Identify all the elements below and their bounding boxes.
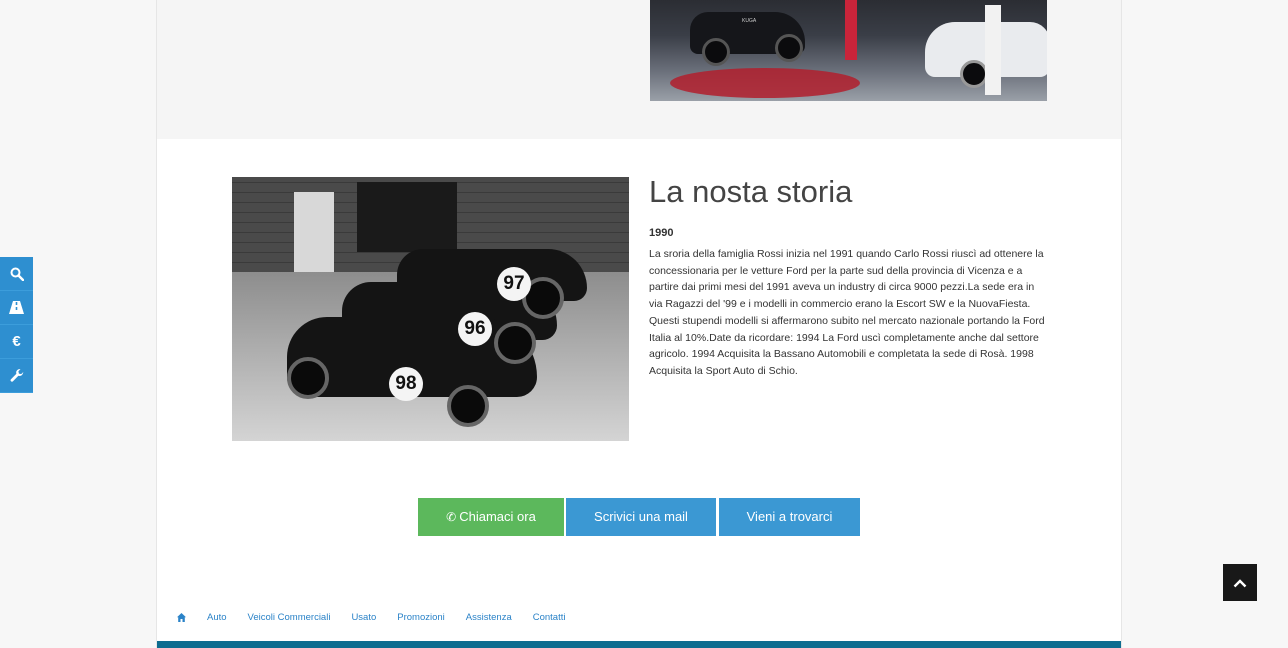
story-text: La sroria della famiglia Rossi inizia ne… bbox=[649, 248, 1045, 377]
price-tool-button[interactable]: € bbox=[0, 325, 33, 359]
page-container: KUGA 97 96 98 La nosta storia 1990 La sr… bbox=[156, 0, 1122, 648]
footer-link-usato[interactable]: Usato bbox=[351, 612, 376, 623]
showroom-pillar bbox=[845, 0, 857, 60]
call-now-button[interactable]: ✆ Chiamaci ora bbox=[418, 498, 564, 536]
history-photo: 97 96 98 bbox=[232, 177, 629, 441]
footer-link-promozioni[interactable]: Promozioni bbox=[397, 612, 445, 623]
showroom-platform bbox=[670, 68, 860, 98]
car-wheel bbox=[960, 60, 988, 88]
car-tyre bbox=[447, 385, 489, 427]
showroom-info-stand bbox=[985, 5, 1001, 95]
search-tool-button[interactable] bbox=[0, 257, 33, 291]
call-now-label: Chiamaci ora bbox=[459, 509, 536, 524]
footer-link-contatti[interactable]: Contatti bbox=[533, 612, 566, 623]
story-title: La nosta storia bbox=[649, 174, 853, 209]
footer-bar bbox=[157, 641, 1121, 648]
road-tool-button[interactable] bbox=[0, 291, 33, 325]
race-number: 98 bbox=[389, 367, 423, 401]
car-badge: KUGA bbox=[742, 18, 757, 24]
search-icon bbox=[10, 267, 24, 281]
wrench-icon bbox=[10, 368, 23, 382]
footer-home-link[interactable] bbox=[177, 613, 186, 622]
race-number: 96 bbox=[458, 312, 492, 346]
showroom-photo: KUGA bbox=[650, 0, 1047, 101]
road-icon bbox=[9, 301, 24, 314]
showroom-section: KUGA bbox=[157, 0, 1121, 139]
garage-opening bbox=[357, 182, 457, 252]
euro-icon: € bbox=[12, 333, 21, 350]
home-icon bbox=[177, 613, 186, 622]
car-wheel bbox=[702, 38, 730, 66]
car-wheel bbox=[775, 34, 803, 62]
footer-link-assistenza[interactable]: Assistenza bbox=[466, 612, 512, 623]
garage-door bbox=[294, 192, 334, 277]
write-mail-button[interactable]: Scrivici una mail bbox=[566, 498, 716, 536]
car-tyre bbox=[494, 322, 536, 364]
service-tool-button[interactable] bbox=[0, 359, 33, 393]
back-to-top-button[interactable] bbox=[1223, 564, 1257, 601]
phone-icon: ✆ bbox=[446, 510, 457, 524]
footer-link-veicoli-commerciali[interactable]: Veicoli Commerciali bbox=[248, 612, 331, 623]
race-number: 97 bbox=[497, 267, 531, 301]
car-tyre bbox=[287, 357, 329, 399]
visit-us-button[interactable]: Vieni a trovarci bbox=[719, 498, 860, 536]
footer-link-auto[interactable]: Auto bbox=[207, 612, 227, 623]
footer-nav: Auto Veicoli Commerciali Usato Promozion… bbox=[177, 612, 586, 623]
chevron-up-icon bbox=[1233, 578, 1247, 587]
side-toolbar: € bbox=[0, 257, 33, 393]
story-year: 1990 bbox=[649, 227, 674, 239]
